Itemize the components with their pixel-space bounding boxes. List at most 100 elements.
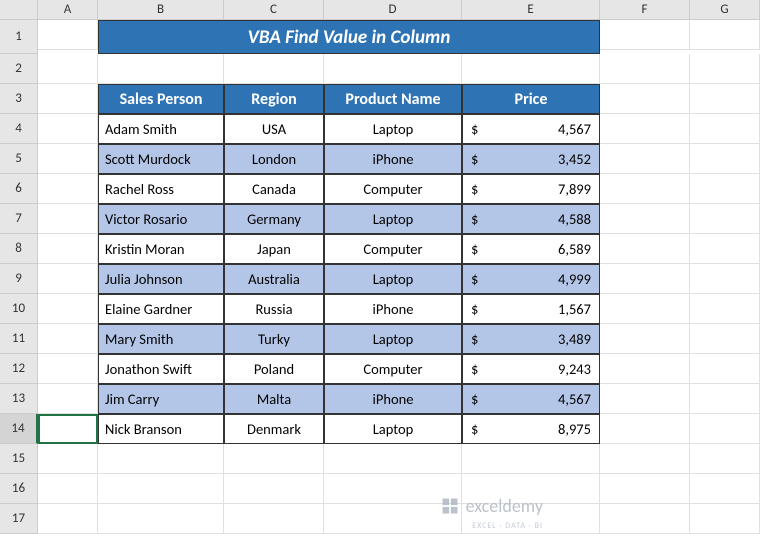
cell-A5[interactable] <box>38 144 98 174</box>
col-header-F[interactable]: F <box>600 0 690 20</box>
sales-person-0[interactable]: Adam Smith <box>98 114 224 144</box>
cell-G6[interactable] <box>690 174 760 204</box>
cell-A2[interactable] <box>38 54 98 84</box>
row-header-15[interactable]: 15 <box>0 444 38 474</box>
product-9[interactable]: iPhone <box>324 384 462 414</box>
region-7[interactable]: Turky <box>224 324 324 354</box>
price-5[interactable]: $4,999 <box>462 264 600 294</box>
region-2[interactable]: Canada <box>224 174 324 204</box>
sales-person-6[interactable]: Elaine Gardner <box>98 294 224 324</box>
cell-C15[interactable] <box>224 444 324 474</box>
region-8[interactable]: Poland <box>224 354 324 384</box>
cell-A8[interactable] <box>38 234 98 264</box>
cell-A3[interactable] <box>38 84 98 114</box>
row-header-17[interactable]: 17 <box>0 504 38 534</box>
title-cell[interactable]: VBA Find Value in Column <box>98 20 600 54</box>
sales-person-10[interactable]: Nick Branson <box>98 414 224 444</box>
cell-D15[interactable] <box>324 444 462 474</box>
row-header-1[interactable]: 1 <box>0 20 38 54</box>
sales-person-9[interactable]: Jim Carry <box>98 384 224 414</box>
product-4[interactable]: Computer <box>324 234 462 264</box>
product-10[interactable]: Laptop <box>324 414 462 444</box>
row-header-16[interactable]: 16 <box>0 474 38 504</box>
cell-C16[interactable] <box>224 474 324 504</box>
cell-F14[interactable] <box>600 414 690 444</box>
col-header-G[interactable]: G <box>690 0 760 20</box>
cell-F16[interactable] <box>600 474 690 504</box>
sales-person-4[interactable]: Kristin Moran <box>98 234 224 264</box>
sales-person-7[interactable]: Mary Smith <box>98 324 224 354</box>
cell-A16[interactable] <box>38 474 98 504</box>
row-header-13[interactable]: 13 <box>0 384 38 414</box>
row-header-10[interactable]: 10 <box>0 294 38 324</box>
cell-G11[interactable] <box>690 324 760 354</box>
price-0[interactable]: $4,567 <box>462 114 600 144</box>
cell-G8[interactable] <box>690 234 760 264</box>
col-header-C[interactable]: C <box>224 0 324 20</box>
cell-A17[interactable] <box>38 504 98 534</box>
row-header-3[interactable]: 3 <box>0 84 38 114</box>
product-5[interactable]: Laptop <box>324 264 462 294</box>
table-header-2[interactable]: Product Name <box>324 84 462 114</box>
cell-F10[interactable] <box>600 294 690 324</box>
cell-G4[interactable] <box>690 114 760 144</box>
price-1[interactable]: $3,452 <box>462 144 600 174</box>
product-0[interactable]: Laptop <box>324 114 462 144</box>
cell-F4[interactable] <box>600 114 690 144</box>
sales-person-8[interactable]: Jonathon Swift <box>98 354 224 384</box>
region-1[interactable]: London <box>224 144 324 174</box>
cell-C2[interactable] <box>224 54 324 84</box>
sales-person-1[interactable]: Scott Murdock <box>98 144 224 174</box>
price-4[interactable]: $6,589 <box>462 234 600 264</box>
row-header-4[interactable]: 4 <box>0 114 38 144</box>
row-header-7[interactable]: 7 <box>0 204 38 234</box>
cell-F3[interactable] <box>600 84 690 114</box>
table-header-1[interactable]: Region <box>224 84 324 114</box>
cell-A10[interactable] <box>38 294 98 324</box>
cell-B2[interactable] <box>98 54 224 84</box>
cell-F8[interactable] <box>600 234 690 264</box>
cell-G17[interactable] <box>690 504 760 534</box>
table-header-3[interactable]: Price <box>462 84 600 114</box>
cell-F7[interactable] <box>600 204 690 234</box>
cell-A9[interactable] <box>38 264 98 294</box>
product-8[interactable]: Computer <box>324 354 462 384</box>
row-header-14[interactable]: 14 <box>0 414 38 444</box>
cell-F9[interactable] <box>600 264 690 294</box>
cell-A11[interactable] <box>38 324 98 354</box>
price-10[interactable]: $8,975 <box>462 414 600 444</box>
cell-G12[interactable] <box>690 354 760 384</box>
col-header-B[interactable]: B <box>98 0 224 20</box>
row-header-9[interactable]: 9 <box>0 264 38 294</box>
region-9[interactable]: Malta <box>224 384 324 414</box>
cell-G15[interactable] <box>690 444 760 474</box>
cell-F5[interactable] <box>600 144 690 174</box>
price-7[interactable]: $3,489 <box>462 324 600 354</box>
cell-F2[interactable] <box>600 54 690 84</box>
cell-G14[interactable] <box>690 414 760 444</box>
price-9[interactable]: $4,567 <box>462 384 600 414</box>
cell-F1[interactable] <box>600 20 690 50</box>
cell-C17[interactable] <box>224 504 324 534</box>
cell-F12[interactable] <box>600 354 690 384</box>
cell-E15[interactable] <box>462 444 600 474</box>
region-3[interactable]: Germany <box>224 204 324 234</box>
row-header-5[interactable]: 5 <box>0 144 38 174</box>
cell-B16[interactable] <box>98 474 224 504</box>
cell-A4[interactable] <box>38 114 98 144</box>
cell-B17[interactable] <box>98 504 224 534</box>
cell-A6[interactable] <box>38 174 98 204</box>
cell-B15[interactable] <box>98 444 224 474</box>
region-0[interactable]: USA <box>224 114 324 144</box>
region-5[interactable]: Australia <box>224 264 324 294</box>
cell-G9[interactable] <box>690 264 760 294</box>
cell-F13[interactable] <box>600 384 690 414</box>
cell-G16[interactable] <box>690 474 760 504</box>
product-1[interactable]: iPhone <box>324 144 462 174</box>
row-header-8[interactable]: 8 <box>0 234 38 264</box>
select-all-corner[interactable] <box>0 0 38 20</box>
cell-F11[interactable] <box>600 324 690 354</box>
price-3[interactable]: $4,588 <box>462 204 600 234</box>
region-10[interactable]: Denmark <box>224 414 324 444</box>
region-6[interactable]: Russia <box>224 294 324 324</box>
